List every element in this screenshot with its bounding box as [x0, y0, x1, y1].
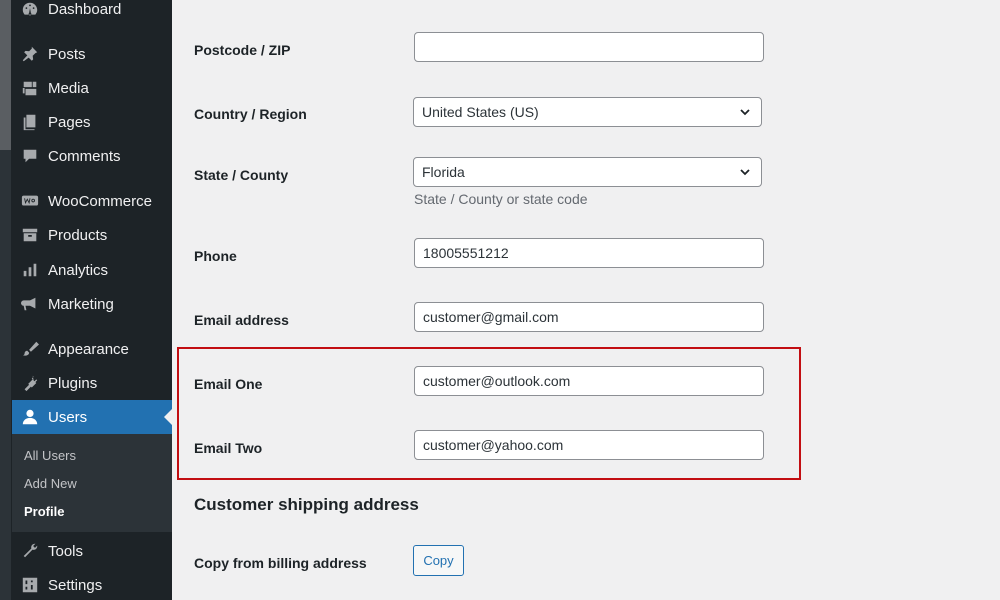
admin-sidebar: Dashboard Posts Media Pages Comments Woo… [0, 0, 172, 600]
country-select[interactable]: United States (US) [413, 97, 762, 127]
email-field[interactable]: customer@gmail.com [414, 302, 764, 332]
sidebar-item-dashboard[interactable]: Dashboard [12, 0, 172, 26]
email-one-label: Email One [194, 376, 263, 392]
email-two-field[interactable]: customer@yahoo.com [414, 430, 764, 460]
sidebar-item-products[interactable]: Products [12, 218, 172, 252]
email-two-label: Email Two [194, 440, 263, 456]
country-label: Country / Region [194, 106, 307, 122]
sidebar-scrollbar-thumb[interactable] [0, 0, 11, 150]
sidebar-item-pages[interactable]: Pages [12, 105, 172, 139]
sidebar-item-label: Pages [48, 113, 91, 131]
users-submenu: All Users Add New Profile [12, 434, 172, 532]
dashboard-icon [20, 0, 40, 19]
sidebar-item-settings[interactable]: Settings [12, 568, 172, 600]
submenu-item-profile[interactable]: Profile [24, 504, 64, 519]
pin-icon [20, 44, 40, 64]
copy-billing-label: Copy from billing address [194, 555, 367, 571]
chevron-down-icon [739, 165, 753, 179]
sidebar-item-users[interactable]: Users [12, 400, 172, 434]
sidebar-item-marketing[interactable]: Marketing [12, 287, 172, 321]
postcode-label: Postcode / ZIP [194, 42, 291, 58]
sidebar-item-analytics[interactable]: Analytics [12, 253, 172, 287]
sidebar-item-label: Analytics [48, 261, 109, 279]
sidebar-item-tools[interactable]: Tools [12, 534, 172, 568]
sidebar-item-label: Tools [48, 542, 84, 560]
state-select[interactable]: Florida [413, 157, 762, 187]
sidebar-item-plugins[interactable]: Plugins [12, 366, 172, 400]
copy-button[interactable]: Copy [413, 545, 464, 576]
phone-field[interactable]: 18005551212 [414, 238, 764, 268]
sidebar-item-posts[interactable]: Posts [12, 37, 172, 71]
sidebar-item-label: WooCommerce [48, 192, 152, 210]
email-one-field[interactable]: customer@outlook.com [414, 366, 764, 396]
page-icon [20, 112, 40, 132]
postcode-field[interactable] [414, 32, 764, 62]
comment-icon [20, 146, 40, 166]
sidebar-item-woocommerce[interactable]: WooCommerce [12, 184, 172, 218]
bar-chart-icon [20, 260, 40, 280]
sidebar-item-label: Settings [48, 576, 103, 594]
sidebar-item-label: Posts [48, 45, 86, 63]
sidebar-item-label: Media [48, 79, 89, 97]
megaphone-icon [20, 294, 40, 314]
sidebar-item-label: Dashboard [48, 0, 122, 18]
wrench-icon [20, 541, 40, 561]
chevron-down-icon [739, 105, 753, 119]
woo-icon [20, 191, 40, 211]
archive-icon [20, 225, 40, 245]
sidebar-scrollbar-track[interactable] [0, 150, 11, 600]
plug-icon [20, 373, 40, 393]
sidebar-item-label: Comments [48, 147, 121, 165]
state-select-value: Florida [422, 164, 465, 180]
shipping-section-heading: Customer shipping address [194, 495, 419, 514]
submenu-item-all-users[interactable]: All Users [24, 448, 76, 463]
sidebar-item-appearance[interactable]: Appearance [12, 332, 172, 366]
media-icon [20, 78, 40, 98]
phone-label: Phone [194, 248, 237, 264]
state-hint: State / County or state code [414, 191, 588, 207]
user-icon [20, 407, 40, 427]
sidebar-item-media[interactable]: Media [12, 71, 172, 105]
sidebar-item-label: Products [48, 226, 108, 244]
settings-sliders-icon [20, 575, 40, 595]
sidebar-item-comments[interactable]: Comments [12, 139, 172, 173]
sidebar-item-label: Appearance [48, 340, 129, 358]
sidebar-item-label: Marketing [48, 295, 114, 313]
sidebar-item-label: Plugins [48, 374, 98, 392]
sidebar-item-label: Users [48, 408, 88, 426]
brush-icon [20, 339, 40, 359]
country-select-value: United States (US) [422, 104, 539, 120]
email-label: Email address [194, 312, 289, 328]
state-label: State / County [194, 167, 289, 183]
submenu-item-add-new[interactable]: Add New [24, 476, 77, 491]
